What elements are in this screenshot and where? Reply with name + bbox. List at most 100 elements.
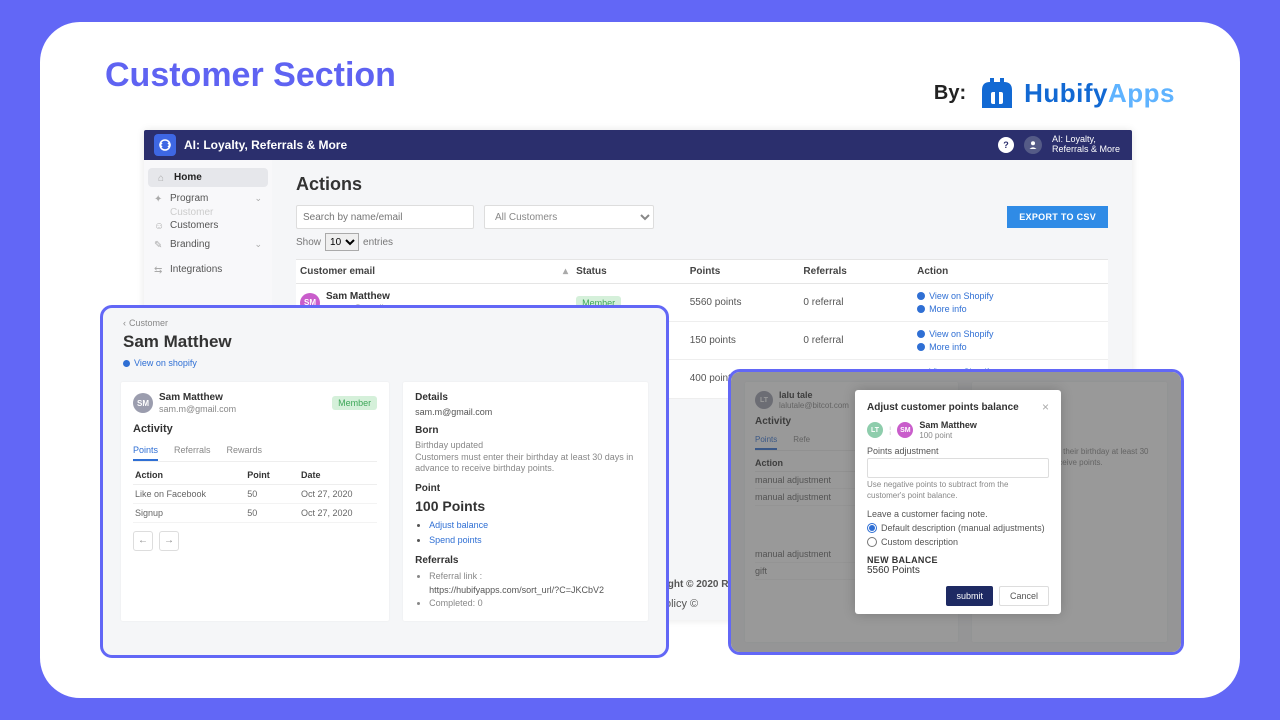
col-referrals[interactable]: Referrals <box>799 260 913 284</box>
hubify-logo: HubifyApps <box>976 72 1175 114</box>
act-col-point: Point <box>245 466 299 485</box>
row-points: 5560 points <box>686 284 800 322</box>
activity-card: SM Sam Matthewsam.m@gmail.com Member Act… <box>121 382 389 621</box>
ref-link-row: Referral link :https://hubifyapps.com/so… <box>429 570 636 597</box>
user-name: Sam Matthew <box>159 392 236 404</box>
chevron-down-icon: ⌄ <box>254 193 262 204</box>
row-referrals: 0 referral <box>799 322 913 360</box>
points-adjustment-label: Points adjustment <box>867 446 1049 456</box>
sidebar-label: Home <box>174 172 202 183</box>
new-balance-label: NEW BALANCE <box>867 555 1049 565</box>
tab-points[interactable]: Points <box>133 441 158 461</box>
radio-custom-description[interactable]: Custom description <box>867 537 1049 547</box>
page-size-select[interactable]: 10 <box>325 233 359 251</box>
view-on-shopify-link[interactable]: View on shopify <box>123 358 646 368</box>
hubify-icon <box>976 72 1018 114</box>
app-title: AI: Loyalty, Referrals & More <box>184 138 347 152</box>
sidebar-label: Customers <box>170 220 218 231</box>
help-icon[interactable]: ? <box>998 137 1014 153</box>
sidebar-item-branding[interactable]: ✎ Branding ⌄ <box>144 235 272 254</box>
activity-title: Activity <box>133 423 377 435</box>
row-name: Sam Matthew <box>326 291 403 303</box>
search-input[interactable] <box>296 205 474 229</box>
info-icon <box>917 343 925 351</box>
view-on-shopify-link[interactable]: View on Shopify <box>917 328 1104 341</box>
col-action[interactable]: Action <box>913 260 1108 284</box>
avatar: LT <box>867 422 883 438</box>
policy-peek: olicy © <box>665 598 698 610</box>
user-avatar-icon[interactable] <box>1024 136 1042 154</box>
customer-name: Sam Matthew <box>123 332 646 352</box>
note-label: Leave a customer facing note. <box>867 509 1049 519</box>
dialog-title: Adjust customer points balance <box>867 402 1019 413</box>
born-text: Customers must enter their birthday at l… <box>415 452 636 475</box>
user-points: 100 point <box>919 431 977 441</box>
page-prev-button[interactable]: ← <box>133 531 153 551</box>
export-csv-button[interactable]: EXPORT TO CSV <box>1007 206 1108 228</box>
act-col-action: Action <box>133 466 245 485</box>
eye-icon <box>917 330 925 338</box>
by-label: By: <box>934 82 966 105</box>
born-sub: Birthday updated <box>415 440 636 452</box>
close-icon[interactable]: × <box>1042 400 1049 414</box>
spend-points-link[interactable]: Spend points <box>429 534 636 548</box>
born-title: Born <box>415 425 636 436</box>
activity-row: Like on Facebook50Oct 27, 2020 <box>133 484 377 503</box>
user-name: Sam Matthew <box>919 420 977 431</box>
branding-icon: ✎ <box>154 240 164 250</box>
show-label: Show <box>296 237 321 248</box>
customer-filter-select[interactable]: All Customers <box>484 205 654 229</box>
page-heading: Customer Section <box>105 56 396 95</box>
tab-referrals[interactable]: Referrals <box>174 441 211 461</box>
entries-label: entries <box>363 237 393 248</box>
back-link[interactable]: ‹ Customer <box>123 318 646 328</box>
adjust-balance-dialog: Adjust customer points balance × LT ¦ SM… <box>855 390 1061 614</box>
col-email[interactable]: Customer email ▴ <box>296 260 572 284</box>
integrations-icon: ⇆ <box>154 265 164 275</box>
brand-wrap: By: HubifyApps <box>934 72 1175 114</box>
app-bar: AI: Loyalty, Referrals & More ? AI: Loya… <box>144 130 1132 160</box>
sidebar-item-home[interactable]: ⌂ Home <box>148 168 268 187</box>
home-icon: ⌂ <box>158 173 168 183</box>
details-email: sam.m@gmail.com <box>415 407 636 417</box>
adjust-balance-link[interactable]: Adjust balance <box>429 519 636 533</box>
app-logo-icon <box>154 134 176 156</box>
sidebar-label: Integrations <box>170 264 222 275</box>
sidebar-item-program[interactable]: ✦ Program ⌄ <box>144 189 272 208</box>
sidebar-label: Program <box>170 193 208 204</box>
view-on-shopify-link[interactable]: View on Shopify <box>917 290 1104 303</box>
col-status[interactable]: Status <box>572 260 686 284</box>
page-next-button[interactable]: → <box>159 531 179 551</box>
submit-button[interactable]: submit <box>946 586 993 606</box>
tab-rewards[interactable]: Rewards <box>227 441 263 461</box>
sidebar-item-customers[interactable]: ☺ Customers <box>144 216 272 235</box>
gear-icon: ✦ <box>154 194 164 204</box>
canvas: Customer Section By: HubifyApps AI: <box>40 22 1240 698</box>
new-balance-value: 5560 Points <box>867 565 1049 576</box>
radio-default-description[interactable]: Default description (manual adjustments) <box>867 523 1049 533</box>
points-value: 100 Points <box>415 498 636 514</box>
chevron-down-icon: ⌄ <box>254 239 262 250</box>
content-title: Actions <box>296 174 1108 195</box>
sidebar-item-integrations[interactable]: ⇆ Integrations <box>144 260 272 279</box>
more-info-link[interactable]: More info <box>917 341 1104 354</box>
brand-word: Hubify <box>1024 78 1108 108</box>
eye-icon <box>917 292 925 300</box>
status-badge: Member <box>332 396 377 410</box>
referral-link[interactable]: https://hubifyapps.com/sort_url/?C=JKCbV… <box>429 585 604 595</box>
eye-icon <box>123 360 130 367</box>
row-points: 150 points <box>686 322 800 360</box>
col-points[interactable]: Points <box>686 260 800 284</box>
details-card: Details sam.m@gmail.com Born Birthday up… <box>403 382 648 621</box>
info-icon <box>917 305 925 313</box>
brand-apps: Apps <box>1108 78 1175 108</box>
more-info-link[interactable]: More info <box>917 303 1104 316</box>
cancel-button[interactable]: Cancel <box>999 586 1049 606</box>
details-title: Details <box>415 392 636 403</box>
points-adjustment-input[interactable] <box>867 458 1049 478</box>
act-col-date: Date <box>299 466 377 485</box>
points-adjustment-help: Use negative points to subtract from the… <box>867 480 1049 501</box>
sidebar-item-customer-ghost: Customer <box>144 208 272 216</box>
activity-row: Signup50Oct 27, 2020 <box>133 503 377 522</box>
sidebar-label: Branding <box>170 239 210 250</box>
